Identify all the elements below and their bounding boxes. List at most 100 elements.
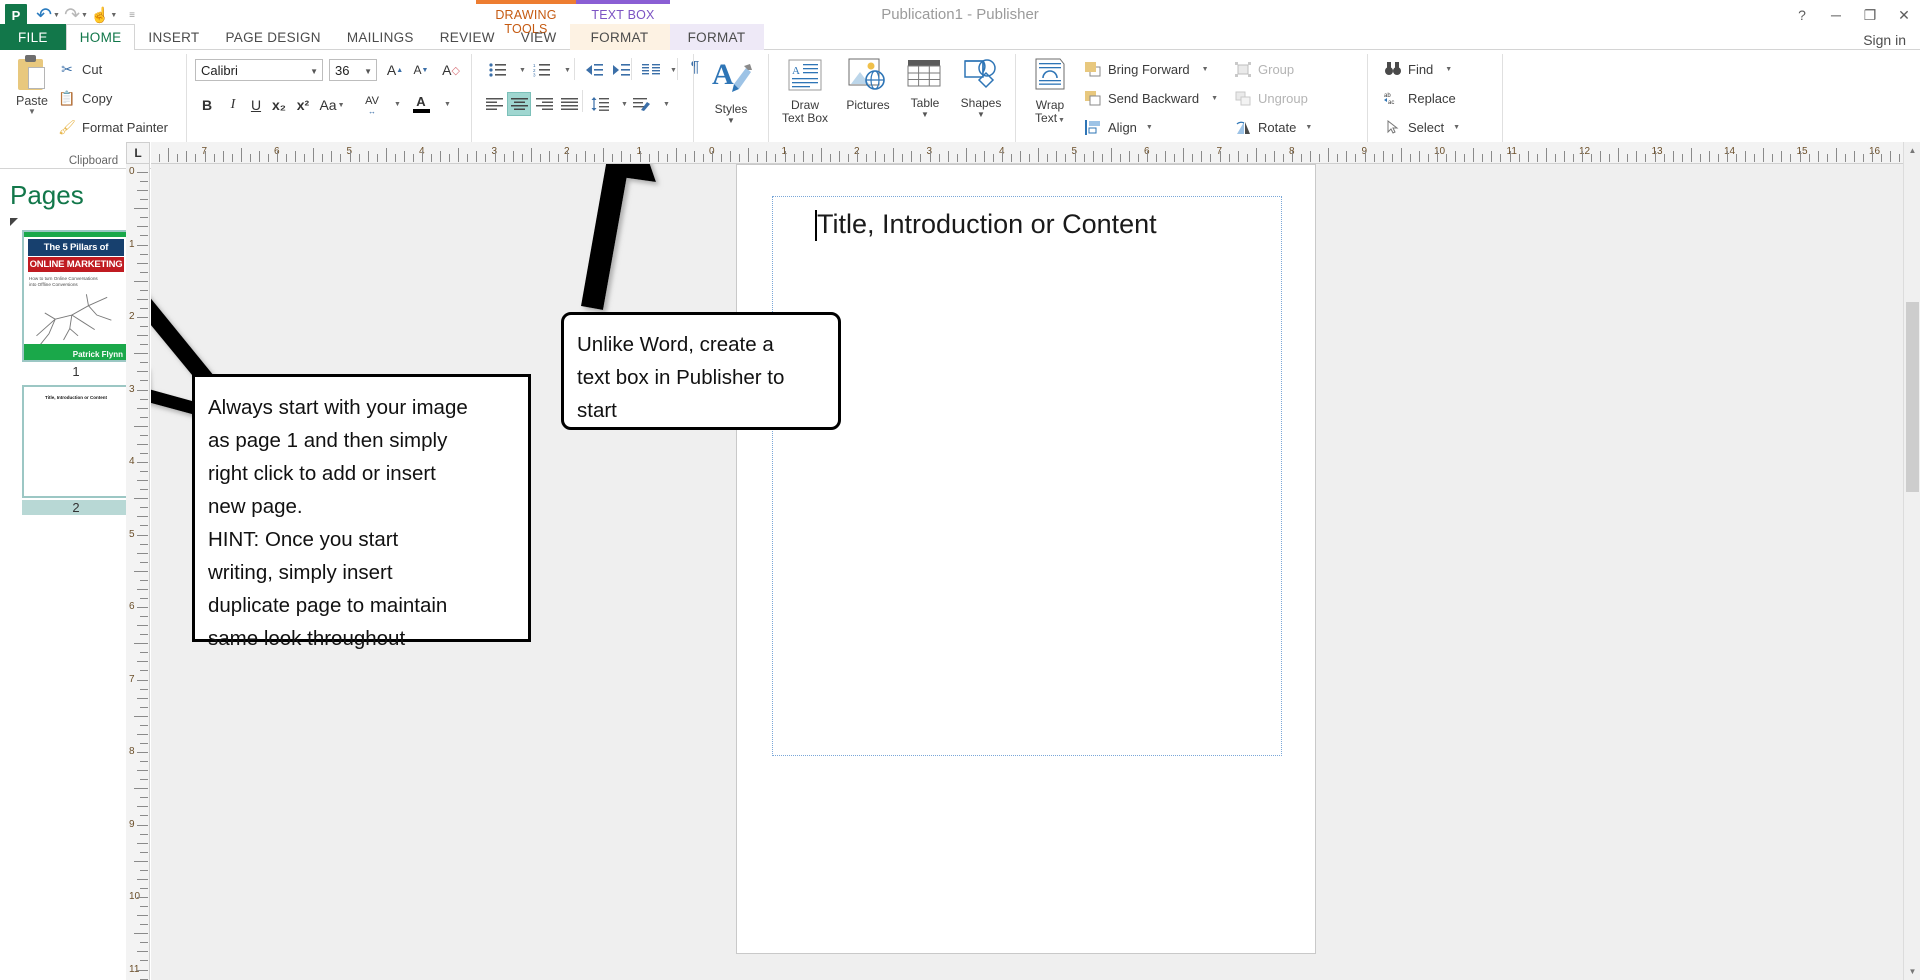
wrap-text-button[interactable]: Wrap Text▼ [1022, 58, 1078, 127]
svg-text:3: 3 [533, 73, 536, 78]
table-button[interactable]: Table ▼ [897, 58, 953, 119]
tab-mailings[interactable]: MAILINGS [334, 24, 427, 50]
line-spacing-button[interactable] [588, 92, 612, 116]
copy-icon: 📋 [58, 89, 76, 106]
tab-home[interactable]: HOME [65, 24, 136, 50]
styles-button[interactable]: A Styles ▼ [703, 58, 759, 125]
svg-text:A: A [712, 58, 734, 91]
paragraph-format-button[interactable] [630, 92, 654, 116]
character-spacing-button[interactable]: AV ↔ [355, 93, 389, 117]
find-button[interactable]: Find ▼ [1384, 58, 1460, 80]
shapes-button[interactable]: Shapes ▼ [953, 58, 1009, 119]
superscript-button[interactable]: x² [291, 93, 315, 117]
format-painter-button[interactable]: 🖌 Format Painter [58, 116, 168, 138]
cover-artwork: The 5 Pillars of ONLINE MARKETING How to… [24, 232, 128, 360]
tab-review[interactable]: REVIEW [427, 24, 508, 50]
italic-button[interactable]: I [221, 93, 245, 117]
font-size-input[interactable]: 36 ▼ [329, 59, 377, 81]
page-sheet[interactable]: Title, Introduction or Content [736, 164, 1316, 954]
bullets-button[interactable] [482, 58, 512, 82]
justify-button[interactable] [557, 92, 581, 116]
paste-label: Paste [16, 94, 48, 108]
tab-drawing-tools-format[interactable]: FORMAT [569, 24, 670, 50]
font-family-input[interactable]: Calibri ▼ [195, 59, 323, 81]
textbox-callout-line-1: Unlike Word, create a [577, 333, 774, 356]
format-painter-label: Format Painter [82, 119, 168, 135]
align-objects-button[interactable]: Align ▼ [1084, 116, 1218, 138]
bring-forward-button[interactable]: Bring Forward ▼ [1084, 58, 1218, 80]
tab-page-design[interactable]: PAGE DESIGN [212, 24, 333, 50]
subscript-button[interactable]: x₂ [267, 93, 291, 117]
scroll-down-icon[interactable]: ▼ [1904, 963, 1920, 980]
vertical-ruler[interactable]: 0 1 2 3 4 5 6 7 8 9 10 11 [126, 164, 150, 980]
decrease-indent-button[interactable] [582, 58, 606, 82]
grow-font-button[interactable]: A ▲ [383, 58, 407, 82]
align-left-button[interactable] [482, 92, 506, 116]
align-center-button[interactable] [507, 92, 531, 116]
clear-formatting-button[interactable]: A ◇ [439, 58, 463, 82]
paste-button[interactable]: Paste ▼ [8, 55, 56, 116]
pages-callout-line-8: same look throughout [208, 627, 406, 650]
styles-icon: A [712, 58, 752, 92]
vertical-scrollbar[interactable]: ▲ ▼ [1903, 142, 1920, 980]
pages-callout-line-6: writing, simply insert [208, 561, 393, 584]
underline-button[interactable]: U [244, 93, 268, 117]
ungroup-button[interactable]: Ungroup [1234, 87, 1312, 109]
ruler-tick-label: 0 [129, 166, 135, 177]
textbox-callout-line-2: text box in Publisher to [577, 366, 785, 389]
send-backward-label: Send Backward [1108, 90, 1200, 106]
horizontal-ruler[interactable]: 87654321012345678910111213141516 [151, 142, 1903, 164]
minimize-button[interactable]: ─ [1826, 7, 1846, 23]
page-thumbnail-1[interactable]: The 5 Pillars of ONLINE MARKETING How to… [22, 230, 130, 379]
tab-insert[interactable]: INSERT [135, 24, 212, 50]
close-button[interactable]: ✕ [1894, 7, 1914, 24]
styles-label: Styles [714, 102, 748, 116]
pages-panel-title: Pages [10, 180, 84, 210]
wrap-text-label-2: Text▼ [1035, 111, 1065, 125]
send-backward-icon [1084, 89, 1102, 107]
expander-triangle-icon[interactable] [10, 218, 18, 226]
scroll-up-icon[interactable]: ▲ [1904, 142, 1920, 159]
increase-indent-button[interactable] [609, 58, 633, 82]
replace-button[interactable]: ab ac Replace [1384, 87, 1460, 109]
pictures-icon [848, 58, 885, 90]
draw-text-box-button[interactable]: A Draw Text Box [774, 58, 836, 125]
page-2-preview-text: Title, Introduction or Content [45, 395, 107, 400]
text-box-object[interactable]: Title, Introduction or Content [772, 196, 1282, 756]
tab-file[interactable]: FILE [0, 24, 66, 50]
ruler-tick-label: 4 [129, 456, 135, 467]
shapes-label: Shapes [960, 96, 1002, 110]
table-label: Table [910, 96, 940, 110]
pictures-button[interactable]: Pictures [840, 58, 896, 112]
tab-view[interactable]: VIEW [508, 24, 570, 50]
numbering-button[interactable]: 123 [527, 58, 557, 82]
send-backward-button[interactable]: Send Backward ▼ [1084, 87, 1218, 109]
help-button[interactable]: ? [1792, 7, 1812, 23]
ruler-corner-label: L [134, 146, 142, 160]
group-button[interactable]: Group [1234, 58, 1312, 80]
ruler-tick-label: 1 [129, 238, 135, 250]
cut-button[interactable]: ✂ Cut [58, 58, 168, 80]
table-icon [907, 60, 941, 87]
ruler-corner-button[interactable]: L [126, 142, 150, 164]
ruler-tick-label: 5 [129, 528, 135, 540]
page-thumbnail-2[interactable]: Title, Introduction or Content 2 [22, 385, 130, 515]
ruler-tick-label: 9 [129, 818, 135, 830]
align-right-button[interactable] [532, 92, 556, 116]
tab-text-box-tools-format[interactable]: FORMAT [669, 24, 764, 50]
select-button[interactable]: Select ▼ [1384, 116, 1460, 138]
shrink-font-button[interactable]: A ▼ [409, 58, 433, 82]
restore-button[interactable]: ❐ [1860, 7, 1880, 24]
ruler-tick-label: 15 [1796, 146, 1808, 157]
align-objects-icon [1084, 118, 1102, 136]
pages-callout-line-3: right click to add or insert [208, 462, 436, 485]
document-canvas[interactable]: Title, Introduction or Content Always st… [151, 164, 1903, 980]
change-case-button[interactable]: Aa ▼ [315, 93, 349, 117]
copy-button[interactable]: 📋 Copy [58, 87, 168, 109]
rotate-label: Rotate [1258, 119, 1297, 135]
rotate-button[interactable]: Rotate ▼ [1234, 116, 1312, 138]
font-color-button[interactable]: A [407, 91, 435, 115]
scrollbar-thumb[interactable] [1906, 302, 1919, 492]
bold-button[interactable]: B [195, 93, 219, 117]
ungroup-icon [1234, 89, 1252, 107]
